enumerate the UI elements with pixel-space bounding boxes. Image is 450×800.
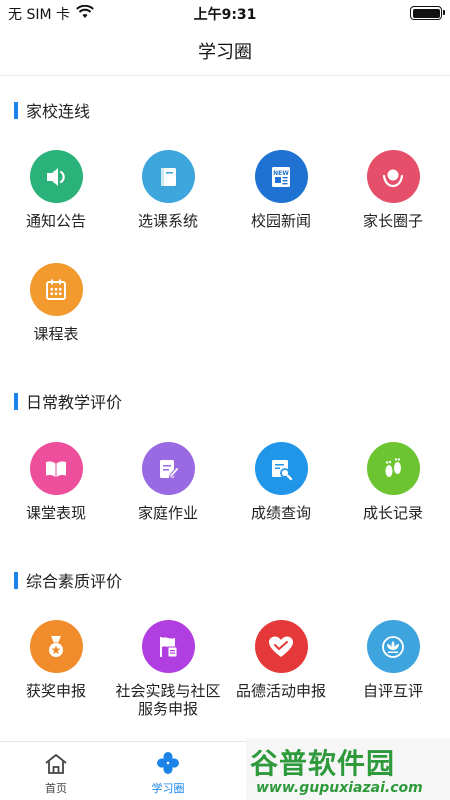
section-accent-bar xyxy=(14,101,18,119)
section-title-text: 日常教学评价 xyxy=(26,393,123,412)
grid-item-award-application[interactable]: 获奖申报 xyxy=(0,620,112,700)
status-bar: 无 SIM 卡 上午9:31 xyxy=(0,0,450,26)
grid-item-label: 品德活动申报 xyxy=(235,682,326,700)
grid-item-label: 家长圈子 xyxy=(362,212,423,230)
book-icon xyxy=(141,150,195,203)
grid-item-campus-news[interactable]: NEW 校园新闻 xyxy=(225,150,337,230)
grid-item-timetable[interactable]: 课程表 xyxy=(0,263,112,343)
flag-icon xyxy=(141,620,195,673)
watermark-url-text: www.gupuxiazai.com xyxy=(256,780,423,796)
medal-icon xyxy=(29,620,83,673)
clover-icon xyxy=(112,742,224,776)
heart-icon xyxy=(254,620,308,673)
battery-icon xyxy=(410,6,445,20)
grid-item-label: 校园新闻 xyxy=(250,212,311,230)
edit-icon xyxy=(141,442,195,495)
grid-item-label: 成长记录 xyxy=(362,504,423,522)
parent-icon xyxy=(366,150,420,203)
grid-item-label: 获奖申报 xyxy=(25,682,86,700)
grid-item-label: 通知公告 xyxy=(25,212,86,230)
lotus-icon xyxy=(366,620,420,673)
grid-item-label: 社会实践与社区 服务申报 xyxy=(115,682,221,718)
grid-item-class-performance[interactable]: 课堂表现 xyxy=(0,442,112,522)
grid-item-social-practice[interactable]: 社会实践与社区 服务申报 xyxy=(112,620,224,718)
open-book-icon xyxy=(29,442,83,495)
grid-item-parent-circle[interactable]: 家长圈子 xyxy=(337,150,449,230)
grid-item-label: 课程表 xyxy=(33,325,79,343)
grid-item-homework[interactable]: 家庭作业 xyxy=(112,442,224,522)
speaker-icon xyxy=(29,150,83,203)
grid-item-moral-activity[interactable]: 品德活动申报 xyxy=(225,620,337,700)
svg-text:NEW: NEW xyxy=(273,170,289,177)
tab-study-circle-label: 学习圈 xyxy=(151,782,185,795)
main-content: 家校连线 通知公告 选课系统 NEW 校园新闻 家长圈子 课程表 日常教学评价 … xyxy=(0,77,450,741)
grid-item-course-selection[interactable]: 选课系统 xyxy=(112,150,224,230)
search-report-icon xyxy=(254,442,308,495)
grid-item-label: 家庭作业 xyxy=(137,504,198,522)
section-title-text: 家校连线 xyxy=(26,102,91,121)
tab-home[interactable]: 首页 xyxy=(0,742,112,800)
section-title-daily-evaluation: 日常教学评价 xyxy=(14,389,122,413)
watermark-main-text: 谷普软件园 xyxy=(250,747,396,780)
section-accent-bar xyxy=(14,392,18,410)
page-title: 学习圈 xyxy=(198,41,252,63)
grid-item-notice[interactable]: 通知公告 xyxy=(0,150,112,230)
status-time: 上午9:31 xyxy=(193,7,257,23)
tab-home-label: 首页 xyxy=(45,782,67,795)
section-accent-bar xyxy=(14,571,18,589)
grid-item-label: 选课系统 xyxy=(137,212,198,230)
grid-item-label: 课堂表现 xyxy=(25,504,86,522)
nav-bar: 学习圈 xyxy=(0,26,450,76)
section-title-home-school: 家校连线 xyxy=(14,98,90,122)
grid-item-label: 自评互评 xyxy=(362,682,423,700)
calendar-icon xyxy=(29,263,83,316)
footprint-icon xyxy=(366,442,420,495)
newspaper-icon: NEW xyxy=(254,150,308,203)
home-icon xyxy=(0,742,112,776)
grid-item-label: 成绩查询 xyxy=(250,504,311,522)
section-title-text: 综合素质评价 xyxy=(26,572,123,591)
section-title-comprehensive-evaluation: 综合素质评价 xyxy=(14,568,122,592)
watermark-logo: 谷普软件园 www.gupuxiazai.com xyxy=(246,738,450,800)
tab-study-circle[interactable]: 学习圈 xyxy=(112,742,224,800)
grid-item-growth-record[interactable]: 成长记录 xyxy=(337,442,449,522)
grid-item-grade-query[interactable]: 成绩查询 xyxy=(225,442,337,522)
grid-item-self-peer-evaluation[interactable]: 自评互评 xyxy=(337,620,449,700)
